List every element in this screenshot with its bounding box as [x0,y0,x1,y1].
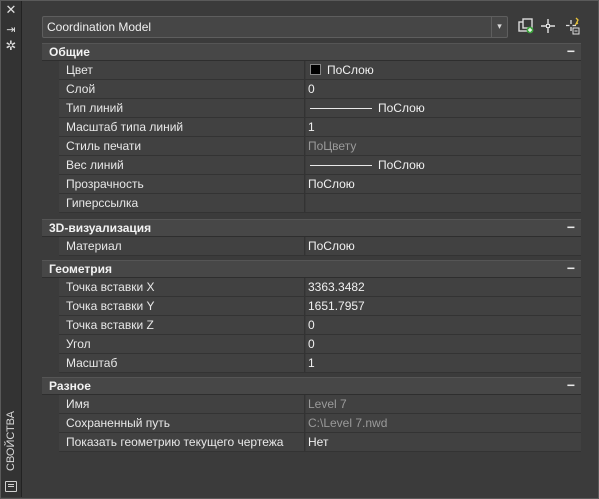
property-value[interactable]: ПоСлою [306,175,581,193]
property-name: Вес линий [59,156,305,174]
property-name: Слой [59,80,305,98]
property-value-linetype[interactable]: ПоСлою [306,99,581,117]
property-value[interactable]: 1651.7957 [306,297,581,315]
quick-select-icon[interactable] [516,17,536,37]
property-name: Точка вставки Z [59,316,305,334]
select-objects-icon[interactable] [538,17,558,37]
close-icon[interactable]: ✕ [3,3,19,19]
settings-icon[interactable]: ✲ [3,39,19,55]
auto-hide-icon[interactable]: ⇥ [3,22,19,38]
property-row-linetype-scale[interactable]: Масштаб типа линий 1 [42,118,581,137]
property-name: Материал [59,237,305,255]
property-row-rotation[interactable]: Угол 0 [42,335,581,354]
collapse-icon[interactable]: − [567,260,575,276]
property-row-lineweight[interactable]: Вес линий ПоСлою [42,156,581,175]
property-value: C:\Level 7.nwd [306,414,581,432]
category-misc[interactable]: Разное − [42,377,581,395]
property-row-name[interactable]: Имя Level 7 [42,395,581,414]
property-row-layer[interactable]: Слой 0 [42,80,581,99]
property-value-lineweight[interactable]: ПоСлою [306,156,581,174]
property-row-linetype[interactable]: Тип линий ПоСлою [42,99,581,118]
object-type-dropdown[interactable]: Coordination Model ▾ [42,16,508,38]
selection-toolbar: Coordination Model ▾ [42,15,597,43]
property-name: Стиль печати [59,137,305,155]
property-value: ПоЦвету [306,137,581,155]
property-row-hyperlink[interactable]: Гиперссылка [42,194,581,213]
color-swatch [310,64,321,75]
property-value[interactable]: 1 [306,354,581,372]
property-name: Гиперссылка [59,194,305,212]
property-value[interactable]: ПоСлою [306,237,581,255]
palette-menu-icon[interactable] [5,481,17,492]
property-name: Масштаб типа линий [59,118,305,136]
property-name: Прозрачность [59,175,305,193]
palette-title: СВОЙСТВА [5,411,17,471]
property-value[interactable]: Нет [306,433,581,451]
collapse-icon[interactable]: − [567,219,575,235]
category-general[interactable]: Общие − [42,43,581,61]
property-name: Имя [59,395,305,413]
property-value[interactable]: 0 [306,335,581,353]
property-row-scale[interactable]: Масштаб 1 [42,354,581,373]
category-geometry[interactable]: Геометрия − [42,260,581,278]
property-row-saved-path[interactable]: Сохраненный путь C:\Level 7.nwd [42,414,581,433]
palette-title-strip: ✕ ⇥ ✲ СВОЙСТВА [1,1,22,497]
property-row-insertion-x[interactable]: Точка вставки X 3363.3482 [42,278,581,297]
object-type-value: Coordination Model [47,20,152,34]
category-label: 3D-визуализация [49,221,152,235]
property-name: Показать геометрию текущего чертежа [59,433,305,451]
property-row-insertion-y[interactable]: Точка вставки Y 1651.7957 [42,297,581,316]
property-row-insertion-z[interactable]: Точка вставки Z 0 [42,316,581,335]
collapse-icon[interactable]: − [567,377,575,393]
toggle-pickadd-icon[interactable] [562,17,582,37]
category-label: Геометрия [49,262,113,276]
line-preview [310,165,372,166]
property-row-transparency[interactable]: Прозрачность ПоСлою [42,175,581,194]
properties-main: Coordination Model ▾ Общие − Цвет ПоСлою… [22,1,597,497]
property-name: Точка вставки Y [59,297,305,315]
property-row-plot-style[interactable]: Стиль печати ПоЦвету [42,137,581,156]
property-row-show-geometry[interactable]: Показать геометрию текущего чертежа Нет [42,433,581,452]
property-grid: Общие − Цвет ПоСлою Слой 0 Тип линий ПоС… [42,43,581,452]
property-name: Цвет [59,61,305,79]
property-value: Level 7 [306,395,581,413]
line-preview [310,108,372,109]
collapse-icon[interactable]: − [567,43,575,59]
property-row-material[interactable]: Материал ПоСлою [42,237,581,256]
category-3d-visualization[interactable]: 3D-визуализация − [42,219,581,237]
category-label: Общие [49,45,90,59]
property-name: Тип линий [59,99,305,117]
property-name: Угол [59,335,305,353]
property-name: Сохраненный путь [59,414,305,432]
chevron-down-icon[interactable]: ▾ [491,17,507,37]
property-value[interactable] [306,194,581,212]
property-value[interactable]: 1 [306,118,581,136]
property-name: Точка вставки X [59,278,305,296]
property-value[interactable]: 0 [306,80,581,98]
property-value[interactable]: 0 [306,316,581,334]
property-value[interactable]: 3363.3482 [306,278,581,296]
property-value-color[interactable]: ПоСлою [306,61,581,79]
property-name: Масштаб [59,354,305,372]
category-label: Разное [49,379,91,393]
property-row-color[interactable]: Цвет ПоСлою [42,61,581,80]
